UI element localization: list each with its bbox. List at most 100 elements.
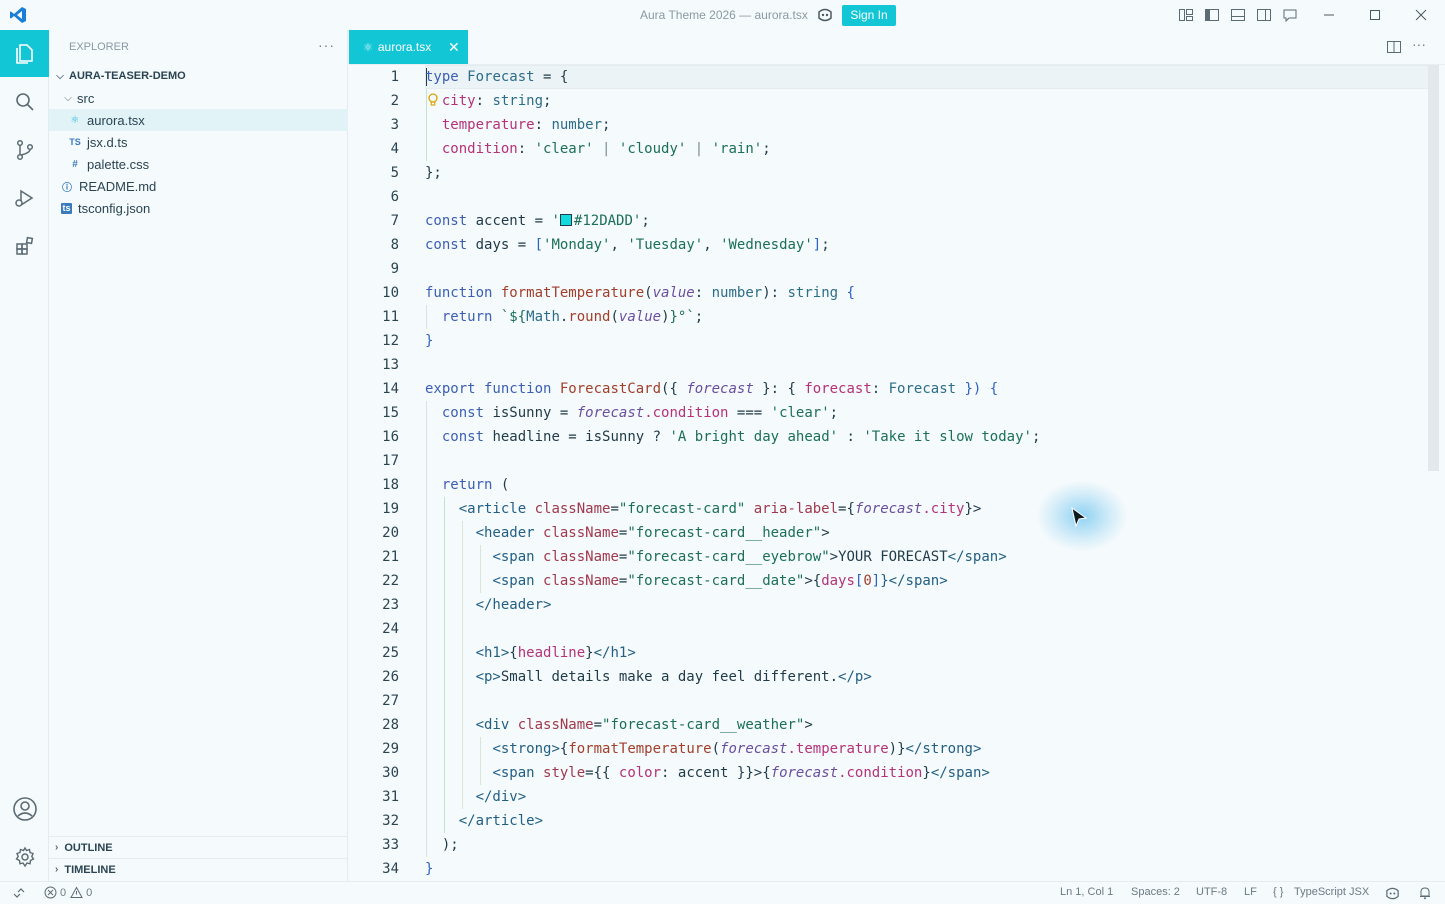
line-number: 16 (382, 429, 399, 445)
editor-tab-bar: ⚛ aurora.tsx ✕ ··· (349, 30, 1445, 65)
more-actions-icon[interactable]: ··· (1412, 36, 1426, 52)
encoding-setting[interactable]: UTF-8 (1196, 886, 1227, 898)
code-line-5: }; (425, 165, 442, 181)
code-line-32: </article> (458, 813, 544, 829)
line-number: 10 (382, 285, 399, 301)
tree-item-label: src (77, 90, 95, 106)
extensions-activity[interactable] (0, 222, 49, 269)
editor-scrollbar[interactable] (1428, 65, 1439, 471)
chevron-down-icon: ⌵ (64, 92, 72, 104)
chevron-right-icon: › (55, 842, 59, 853)
eol-setting[interactable]: LF (1244, 886, 1257, 898)
problems-indicator[interactable]: 0 0 (44, 886, 92, 899)
tab-aurora-tsx[interactable]: ⚛ aurora.tsx ✕ (349, 30, 468, 64)
color-swatch[interactable] (559, 214, 572, 226)
line-number: 33 (382, 837, 399, 853)
timeline-section[interactable]: › TIMELINE (49, 858, 348, 880)
line-number: 27 (382, 693, 399, 709)
code-line-20: <header className="forecast-card__header… (475, 525, 830, 541)
more-actions-icon[interactable]: ··· (318, 37, 335, 53)
maximize-icon[interactable] (1366, 6, 1384, 24)
tree-item-tsconfig[interactable]: ts tsconfig.json (49, 197, 348, 219)
cursor-position[interactable]: Ln 1, Col 1 (1060, 886, 1113, 898)
line-number: 5 (390, 165, 399, 181)
vscode-logo-icon[interactable] (9, 6, 27, 24)
info-file-icon: ⓘ (62, 182, 72, 194)
error-icon (44, 886, 57, 899)
remote-icon (13, 888, 25, 898)
language-mode[interactable]: TypeScript JSX (1294, 886, 1369, 898)
line-number: 32 (382, 813, 399, 829)
line-number: 18 (382, 477, 399, 493)
workspace-root-folder[interactable]: ⌵ AURA-TEASER-DEMO (49, 65, 348, 87)
code-line-15: const isSunny = forecast.condition === '… (441, 405, 839, 421)
toggle-primary-sidebar-icon[interactable] (1204, 7, 1220, 23)
close-window-icon[interactable] (1412, 6, 1430, 24)
line-number: 19 (382, 501, 399, 517)
code-line-22: <span className="forecast-card__date">{d… (492, 573, 948, 589)
code-line-14: export function ForecastCard({ forecast … (425, 381, 999, 397)
bell-icon (1420, 887, 1430, 900)
tree-item-src[interactable]: ⌵ src (49, 87, 348, 109)
copilot-icon[interactable] (817, 7, 833, 23)
close-tab-icon[interactable]: ✕ (448, 39, 460, 56)
tree-item-palette-css[interactable]: # palette.css (49, 153, 348, 175)
source-control-activity[interactable] (0, 126, 49, 173)
extensions-icon (15, 236, 33, 255)
code-line-8: const days = ['Monday', 'Tuesday', 'Wedn… (425, 237, 830, 253)
sign-in-button[interactable]: Sign In (842, 5, 896, 26)
code-line-4: condition: 'clear' | 'cloudy' | 'rain'; (441, 141, 771, 157)
code-line-11: return `${Math.round(value)}°`; (441, 309, 704, 325)
accounts-activity[interactable] (0, 785, 49, 832)
code-line-18: return ( (441, 477, 510, 493)
split-editor-icon[interactable] (1386, 39, 1402, 55)
line-number: 8 (390, 237, 399, 253)
code-editor[interactable]: 1 2 3 4 5 6 7 8 9 10 11 12 13 14 15 16 17 18 19 20 21 22 23 24 2… (349, 65, 1445, 881)
manage-activity[interactable] (0, 833, 49, 880)
error-count: 0 (60, 886, 67, 899)
sidebar-title: EXPLORER (69, 41, 129, 53)
line-number: 22 (382, 573, 399, 589)
mouse-pointer-icon (1071, 506, 1088, 528)
toggle-panel-icon[interactable] (1230, 7, 1246, 23)
tree-item-readme[interactable]: ⓘ README.md (49, 175, 348, 197)
copilot-status[interactable] (1385, 886, 1400, 901)
customize-layout-icon[interactable] (1178, 7, 1194, 23)
line-number: 9 (390, 261, 399, 277)
line-number: 28 (382, 717, 399, 733)
line-number: 12 (382, 333, 399, 349)
timeline-section-label: TIMELINE (64, 863, 116, 876)
tree-item-jsx-d-ts[interactable]: TS jsx.d.ts (49, 131, 348, 153)
remote-indicator[interactable] (12, 886, 26, 900)
run-debug-activity[interactable] (0, 174, 49, 221)
tsconfig-file-icon: ts (61, 202, 72, 214)
explorer-activity[interactable] (0, 30, 49, 77)
code-line-2: city: string; (441, 93, 552, 109)
tree-item-aurora-tsx[interactable]: ⚛ aurora.tsx (49, 109, 348, 131)
line-number: 20 (382, 525, 399, 541)
outline-section[interactable]: › OUTLINE (49, 836, 348, 858)
code-line-28: <div className="forecast-card__weather"> (475, 717, 813, 733)
line-number: 25 (382, 645, 399, 661)
minimize-icon[interactable] (1320, 6, 1338, 24)
tree-item-label: README.md (79, 178, 157, 194)
line-number: 24 (382, 621, 399, 637)
css-file-icon: # (72, 158, 78, 170)
line-number: 3 (390, 117, 399, 133)
search-activity[interactable] (0, 78, 49, 125)
workspace-root-label: AURA-TEASER-DEMO (69, 70, 186, 82)
source-control-icon (16, 139, 33, 160)
warning-icon (70, 886, 83, 898)
react-file-icon: ⚛ (363, 41, 373, 54)
code-line-7: const accent = ' #12DADD'; (425, 213, 650, 229)
title-bar: Aura Theme 2026 — aurora.tsx Sign In (0, 0, 1445, 30)
outline-section-label: OUTLINE (64, 841, 113, 854)
toggle-secondary-sidebar-icon[interactable] (1256, 7, 1272, 23)
chat-icon[interactable] (1282, 7, 1298, 23)
line-number: 30 (382, 765, 399, 781)
indentation-setting[interactable]: Spaces: 2 (1131, 886, 1180, 898)
code-line-33: ); (441, 837, 459, 853)
line-number: 11 (382, 309, 399, 325)
notifications[interactable] (1418, 886, 1432, 900)
code-line-21: <span className="forecast-card__eyebrow"… (492, 549, 1007, 565)
